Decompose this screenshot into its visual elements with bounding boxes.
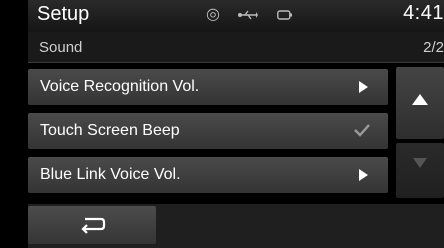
list-item-label: Voice Recognition Vol. xyxy=(40,78,200,95)
checkmark-icon[interactable] xyxy=(352,120,372,140)
scroll-up-button[interactable] xyxy=(396,67,444,139)
arrow-down-icon xyxy=(413,158,427,168)
arrow-up-icon xyxy=(412,94,428,105)
chevron-right-icon xyxy=(359,169,368,181)
list-item-voice-recognition-vol[interactable]: Voice Recognition Vol. xyxy=(28,69,388,105)
chevron-right-icon xyxy=(359,81,368,93)
list-item-label: Touch Screen Beep xyxy=(40,122,180,139)
screen-title: Setup xyxy=(37,3,90,25)
battery-icon xyxy=(276,6,293,23)
back-button[interactable] xyxy=(28,206,156,244)
status-icons: ◎ xyxy=(206,4,307,24)
scroll-down-button[interactable] xyxy=(396,143,444,198)
usb-icon xyxy=(238,6,262,23)
gps-icon: ◎ xyxy=(206,6,220,23)
clock: 4:41 xyxy=(403,2,444,24)
status-bar: Setup ◎ 4:41 xyxy=(28,0,444,32)
list-item-blue-link-voice-vol[interactable]: Blue Link Voice Vol. xyxy=(28,157,388,193)
list-item-label: Blue Link Voice Vol. xyxy=(40,166,181,183)
bottom-bar xyxy=(28,204,444,248)
section-title: Sound xyxy=(39,39,83,56)
page-indicator: 2/2 xyxy=(423,39,444,56)
back-arrow-icon xyxy=(81,217,106,234)
list-item-touch-screen-beep[interactable]: Touch Screen Beep xyxy=(28,113,388,149)
sub-header: Sound 2/2 xyxy=(28,32,444,63)
